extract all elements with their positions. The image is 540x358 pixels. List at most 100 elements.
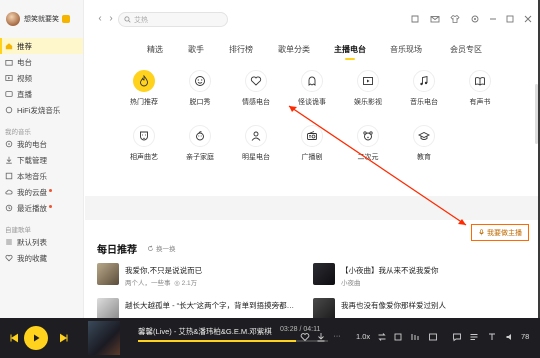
song-title: 我再也没有像爱你那样爱过别人 [341,301,446,310]
previous-track-icon[interactable] [4,328,24,348]
category-label: 教育 [417,154,431,161]
playmode-icon[interactable] [377,332,387,342]
category-anime[interactable]: 二次元 [340,125,396,165]
tab-live-music[interactable]: 音乐现场 [390,44,422,55]
cloud-icon [5,188,13,196]
sidebar-item-video[interactable]: 视频 [0,70,83,86]
family-icon [189,125,211,147]
search-input[interactable]: 艾热 [118,12,228,27]
category-emotion-radio[interactable]: 情感电台 [228,70,284,110]
sidebar-item-label: 直播 [17,89,32,99]
search-placeholder: 艾热 [134,16,148,24]
category-ghost-stories[interactable]: 怪谈诡事 [284,70,340,110]
sidebar-item-label: 推荐 [17,41,32,51]
my-radio-icon [5,140,13,148]
sidebar-item-cloud[interactable]: 我的云盘 [0,184,83,200]
like-icon[interactable] [300,332,310,342]
sidebar-item-download[interactable]: 下载管理 [0,152,83,168]
playlist-icon[interactable] [469,332,479,342]
song-title: 【小夜曲】我从来不说我爱你 [341,266,439,275]
recent-icon [5,204,13,212]
sidebar-item-label: 我的收藏 [17,253,47,263]
album-cover[interactable] [88,321,120,355]
become-anchor-label: 我要做主播 [487,229,522,237]
sidebar-section-my-music: 我的音乐 [5,129,31,136]
list-item[interactable]: 我爱你,不只是说说而已 两个人，一些事 ◎ 2.1万 [97,263,297,289]
play-pause-button[interactable] [24,326,48,350]
desktop-lyrics-icon[interactable] [487,332,497,342]
sound-effect-icon[interactable] [393,332,403,342]
sidebar-item-recent[interactable]: 最近播放 [0,200,83,216]
song-title: 越长大越孤单 - “长大”这两个字，背单到捂摸旁都… [125,301,295,310]
shirt-icon[interactable] [450,14,460,24]
category-radio-drama[interactable]: 广播剧 [284,125,340,165]
avatar[interactable] [6,12,20,26]
heart-icon [5,254,13,262]
category-music-radio[interactable]: 音乐电台 [396,70,452,110]
sidebar-item-hifi[interactable]: HiFi发烧音乐 [0,102,83,118]
more-icon[interactable]: ··· [332,332,342,342]
sidebar-item-my-radio[interactable]: 我的电台 [0,136,83,152]
username[interactable]: 想笑就要笑 [24,14,59,24]
category-audiobook[interactable]: 有声书 [452,70,508,110]
maximize-icon[interactable] [505,14,515,24]
notification-dot [49,204,52,208]
volume-value[interactable]: 78 [521,332,529,341]
sidebar-item-default-list[interactable]: 默认列表 [0,234,83,250]
category-label: 怪谈诡事 [298,99,326,106]
minimize-icon[interactable] [488,14,498,24]
sidebar-item-recommend[interactable]: 推荐 [0,38,83,54]
category-star-radio[interactable]: 明星电台 [228,125,284,165]
forward-arrow-icon[interactable]: › [106,14,116,24]
category-talk-show[interactable]: 脱口秀 [172,70,228,110]
user-profile[interactable]: 想笑就要笑 [0,0,83,38]
tab-playlist-categories[interactable]: 歌单分类 [278,44,310,55]
back-arrow-icon[interactable]: ‹ [95,14,105,24]
settings-icon[interactable] [470,14,480,24]
sidebar-item-label: 默认列表 [17,237,47,247]
category-hot-recommend[interactable]: 热门推荐 [116,70,172,110]
playback-speed[interactable]: 1.0x [356,332,370,341]
quality-icon[interactable] [410,332,420,342]
live-icon [5,90,13,98]
heart-icon [245,70,267,92]
tab-vip-zone[interactable]: 会员专区 [450,44,482,55]
mail-icon[interactable] [430,14,440,24]
play-screen-icon [357,70,379,92]
tab-featured[interactable]: 精选 [147,44,163,55]
song-subtitle: 两个人，一些事 [125,280,171,287]
category-label: 情感电台 [242,99,270,106]
radio-icon [5,58,13,66]
sidebar-item-label: 电台 [17,57,32,67]
category-family[interactable]: 亲子家庭 [172,125,228,165]
next-track-icon[interactable] [54,328,74,348]
download-icon[interactable] [316,332,326,342]
play-count: 2.1万 [181,280,198,287]
lyrics-icon[interactable] [428,332,438,342]
sidebar-item-live[interactable]: 直播 [0,86,83,102]
become-anchor-button[interactable]: 我要做主播 [471,224,529,241]
skin-icon[interactable] [410,14,420,24]
sidebar-item-label: 最近播放 [17,203,47,213]
sidebar-item-label: 本地音乐 [17,171,47,181]
tab-charts[interactable]: 排行榜 [229,44,253,55]
refresh-button[interactable]: 换一换 [147,243,176,253]
sidebar-item-label: 我的云盘 [17,187,47,197]
category-crosstalk[interactable]: 相声曲艺 [116,125,172,165]
now-playing-title[interactable]: 馨馨(Live) - 艾热&潘玮柏&G.E.M.邓紫棋 [138,326,272,337]
category-label: 二次元 [357,154,379,161]
vip-badge-icon [62,15,70,23]
sidebar-item-favorites[interactable]: 我的收藏 [0,250,83,266]
comment-icon[interactable] [452,332,462,342]
category-education[interactable]: 教育 [396,125,452,165]
sidebar-item-radio[interactable]: 电台 [0,54,83,70]
tab-anchor-radio[interactable]: 主播电台 [334,44,366,60]
sidebar-item-local-music[interactable]: 本地音乐 [0,168,83,184]
tab-singers[interactable]: 歌手 [188,44,204,55]
volume-icon[interactable] [505,332,515,342]
category-entertainment[interactable]: 娱乐影视 [340,70,396,110]
close-icon[interactable] [523,14,533,24]
song-cover [97,263,119,285]
progress-fill [138,340,296,342]
list-item[interactable]: 【小夜曲】我从来不说我爱你 小夜曲 [313,263,513,289]
